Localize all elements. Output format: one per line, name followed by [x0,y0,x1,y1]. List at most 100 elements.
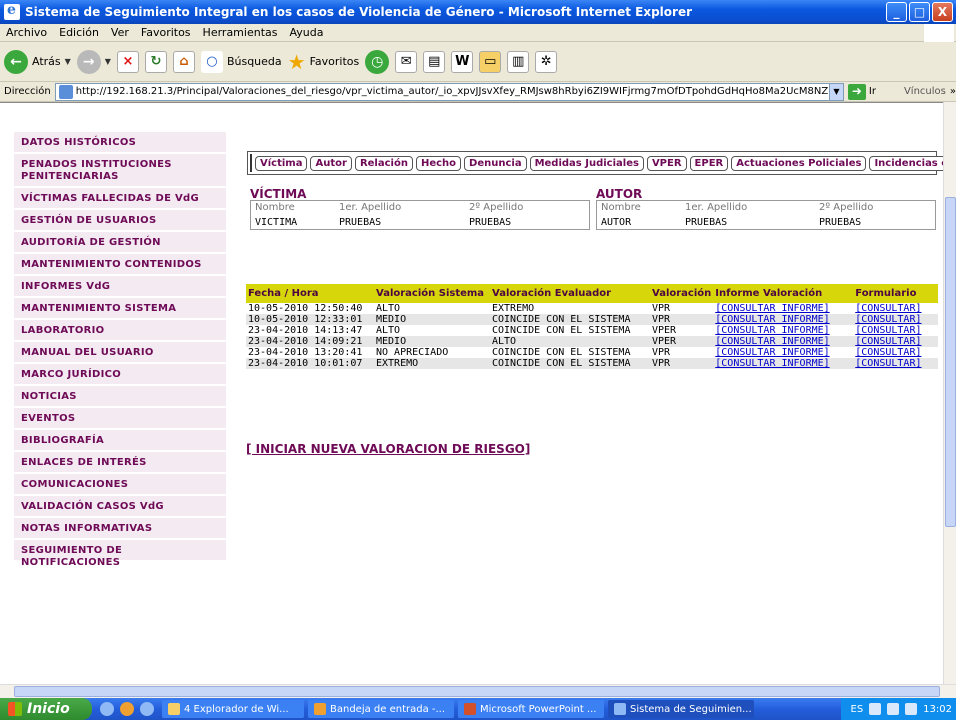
sidebar-item-eventos[interactable]: EVENTOS [14,408,226,430]
address-bar: Dirección http://192.168.21.3/Principal/… [0,82,956,102]
tab-eper[interactable]: EPER [689,155,729,171]
sidebar-item-marco-juridico[interactable]: MARCO JURÍDICO [14,364,226,386]
start-button[interactable]: Inicio [0,698,92,720]
scrollbar-thumb[interactable] [945,197,956,527]
research-icon[interactable]: ▥ [507,50,530,73]
autor-nombre-value: AUTOR [601,217,632,228]
stop-icon[interactable]: × [116,50,139,73]
tab-denuncia[interactable]: Denuncia [464,155,527,171]
menu-favoritos[interactable]: Favoritos [141,26,191,39]
tab-medidas-judiciales[interactable]: Medidas Judiciales [529,155,644,171]
folder-icon[interactable]: ▭ [479,50,502,73]
tab-relacion[interactable]: Relación [354,155,413,171]
sidebar-item-noticias[interactable]: NOTICIAS [14,386,226,408]
refresh-icon[interactable]: ↻ [144,50,167,73]
history-icon[interactable]: ◷ [365,49,390,74]
forward-button[interactable]: → ▼ [76,49,111,74]
sidebar-item-mantenimiento-contenidos[interactable]: MANTENIMIENTO CONTENIDOS [14,254,226,276]
star-icon: ★ [287,49,306,74]
menu-archivo[interactable]: Archivo [6,26,47,39]
home-icon[interactable]: ⌂ [172,50,195,73]
consultar-link[interactable]: [CONSULTAR] [855,336,921,347]
mail-tray-icon[interactable] [887,703,900,715]
sidebar-item-laboratorio[interactable]: LABORATORIO [14,320,226,342]
sidebar-item-manual[interactable]: MANUAL DEL USUARIO [14,342,226,364]
scrollbar-thumb[interactable] [14,686,940,697]
sidebar-item-penados[interactable]: PENADOS INSTITUCIONES PENITENCIARIAS [14,154,226,188]
table-row: 10-05-2010 12:33:01 MEDIO COINCIDE CON E… [246,314,938,325]
dropdown-arrow-icon: ▼ [64,57,71,66]
consultar-link[interactable]: [CONSULTAR] [855,303,921,314]
messenger-icon[interactable]: ✲ [535,50,558,73]
browser-quicklaunch-icon[interactable] [140,702,154,716]
maximize-button[interactable]: □ [909,2,930,22]
language-indicator[interactable]: ES [851,704,864,715]
horizontal-scrollbar[interactable] [0,684,956,698]
task-explorador[interactable]: 4 Explorador de Wi... [162,700,304,718]
cell-sistema: MEDIO [374,336,490,347]
sidebar-item-informes[interactable]: INFORMES VdG [14,276,226,298]
print-icon[interactable]: ▤ [423,50,446,73]
sidebar-item-comunicaciones[interactable]: COMUNICACIONES [14,474,226,496]
outlook-quicklaunch-icon[interactable] [120,702,134,716]
tab-autor[interactable]: Autor [310,155,352,171]
address-input[interactable]: http://192.168.21.3/Principal/Valoracion… [54,82,844,101]
search-button[interactable]: ○ Búsqueda [200,50,282,73]
sidebar-item-seguimiento[interactable]: SEGUIMIENTO DE NOTIFICACIONES [14,540,226,568]
back-button[interactable]: ← Atrás ▼ [4,49,71,74]
sidebar-item-enlaces[interactable]: ENLACES DE INTERÉS [14,452,226,474]
sidebar-item-mantenimiento-sistema[interactable]: MANTENIMIENTO SISTEMA [14,298,226,320]
consultar-informe-link[interactable]: [CONSULTAR INFORME] [715,325,829,336]
consultar-informe-link[interactable]: [CONSULTAR INFORME] [715,358,829,369]
go-button[interactable]: ➜ Ir [847,83,876,100]
sidebar-item-datos-historicos[interactable]: DATOS HISTÓRICOS [14,132,226,154]
menu-ayuda[interactable]: Ayuda [289,26,323,39]
chevron-right-icon[interactable]: » [950,86,956,97]
title-bar[interactable]: Sistema de Seguimiento Integral en los c… [0,0,956,24]
consultar-link[interactable]: [CONSULTAR] [855,358,921,369]
tab-hecho[interactable]: Hecho [415,155,462,171]
sidebar-item-validacion[interactable]: VALIDACIÓN CASOS VdG [14,496,226,518]
edit-icon[interactable]: W [451,50,474,73]
task-powerpoint[interactable]: Microsoft PowerPoint ... [458,700,604,718]
folder-icon [168,703,180,715]
menu-herramientas[interactable]: Herramientas [203,26,278,39]
cell-valoracion: VPER [650,336,714,347]
table-row: 23-04-2010 10:01:07 EXTREMO COINCIDE CON… [246,358,938,369]
consultar-informe-link[interactable]: [CONSULTAR INFORME] [715,347,829,358]
consultar-link[interactable]: [CONSULTAR] [855,314,921,325]
sidebar-item-bibliografia[interactable]: BIBLIOGRAFÍA [14,430,226,452]
ie-quicklaunch-icon[interactable] [100,702,114,716]
task-label: 4 Explorador de Wi... [184,703,289,715]
consultar-informe-link[interactable]: [CONSULTAR INFORME] [715,314,829,325]
consultar-link[interactable]: [CONSULTAR] [855,325,921,336]
mail-icon[interactable]: ✉ [395,50,418,73]
favorites-label: Favoritos [309,55,360,68]
close-button[interactable]: X [932,2,953,22]
victima-apellido1-label: 1er. Apellido [339,202,402,213]
iniciar-nueva-valoracion-link[interactable]: [ INICIAR NUEVA VALORACION DE RIESGO] [246,442,530,456]
task-bandeja[interactable]: Bandeja de entrada -... [308,700,454,718]
tab-actuaciones-policiales[interactable]: Actuaciones Policiales [731,155,867,171]
links-label[interactable]: Vínculos [904,86,946,97]
task-sistema[interactable]: Sistema de Seguimien... [608,700,754,718]
consultar-link[interactable]: [CONSULTAR] [855,347,921,358]
vertical-scrollbar[interactable] [943,102,956,684]
outlook-tray-icon[interactable] [905,703,918,715]
minimize-button[interactable]: _ [886,2,907,22]
sidebar-item-victimas-fallecidas[interactable]: VÍCTIMAS FALLECIDAS DE VdG [14,188,226,210]
tab-victima[interactable]: Víctima [255,155,308,171]
favorites-button[interactable]: ★ Favoritos [288,50,360,74]
address-dropdown-icon[interactable]: ▼ [828,83,843,100]
sidebar-item-notas[interactable]: NOTAS INFORMATIVAS [14,518,226,540]
consultar-informe-link[interactable]: [CONSULTAR INFORME] [715,303,829,314]
autor-box: Nombre 1er. Apellido 2º Apellido AUTOR P… [596,200,936,230]
network-icon[interactable] [869,703,882,715]
menu-ver[interactable]: Ver [111,26,129,39]
consultar-informe-link[interactable]: [CONSULTAR INFORME] [715,336,829,347]
tab-vper[interactable]: VPER [646,155,687,171]
sidebar-item-gestion-usuarios[interactable]: GESTIÓN DE USUARIOS [14,210,226,232]
menu-edicion[interactable]: Edición [59,26,99,39]
sidebar-item-auditoria[interactable]: AUDITORÍA DE GESTIÓN [14,232,226,254]
browser-toolbar: ← Atrás ▼ → ▼ × ↻ ⌂ ○ Búsqueda ★ Favorit… [0,42,956,82]
